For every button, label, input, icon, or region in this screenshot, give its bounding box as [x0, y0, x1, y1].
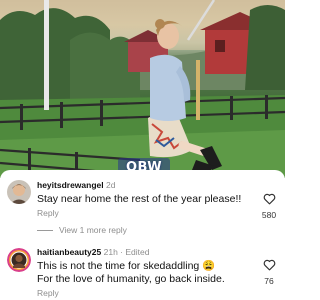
- avatar[interactable]: [7, 248, 31, 272]
- comment-item: heyitsdrewangel 2d Stay near home the re…: [0, 176, 285, 236]
- comment-header: heyitsdrewangel 2d: [37, 180, 115, 190]
- heart-outline-icon-glyph: [263, 193, 276, 205]
- avatar-image: [7, 248, 31, 272]
- comment-header: haitianbeauty25 21h · Edited: [37, 247, 149, 257]
- like-count: 76: [264, 276, 274, 286]
- comment-username[interactable]: heyitsdrewangel: [37, 180, 104, 190]
- heart-outline-icon[interactable]: [263, 259, 276, 271]
- avatar[interactable]: [7, 180, 31, 204]
- avatar-image: [7, 180, 31, 204]
- reply-button[interactable]: Reply: [37, 288, 59, 298]
- view-replies-label: View 1 more reply: [59, 225, 127, 235]
- comment-username[interactable]: haitianbeauty25: [37, 247, 101, 257]
- comments-panel: heyitsdrewangel 2d Stay near home the re…: [0, 170, 285, 300]
- watermark-top: [228, 6, 280, 16]
- divider: [37, 230, 53, 232]
- heart-outline-icon[interactable]: [263, 193, 276, 205]
- comment-time: 21h · Edited: [103, 247, 150, 257]
- heart-outline-icon-glyph: [263, 259, 276, 271]
- comment-time: 2d: [105, 180, 116, 190]
- reply-button[interactable]: Reply: [37, 208, 59, 218]
- like-count: 580: [261, 210, 277, 220]
- comment-item: haitianbeauty25 21h · Edited This is not…: [0, 244, 285, 300]
- photo-illustration: [0, 0, 285, 178]
- post-photo: OBW: [0, 0, 285, 178]
- comment-text-line-2: For the love of humanity, go back inside…: [37, 273, 225, 285]
- comment-text-line-1: This is not the time for skedaddling 😩: [37, 260, 216, 272]
- view-replies-button[interactable]: View 1 more reply: [37, 224, 127, 236]
- comment-text: Stay near home the rest of the year plea…: [37, 193, 242, 205]
